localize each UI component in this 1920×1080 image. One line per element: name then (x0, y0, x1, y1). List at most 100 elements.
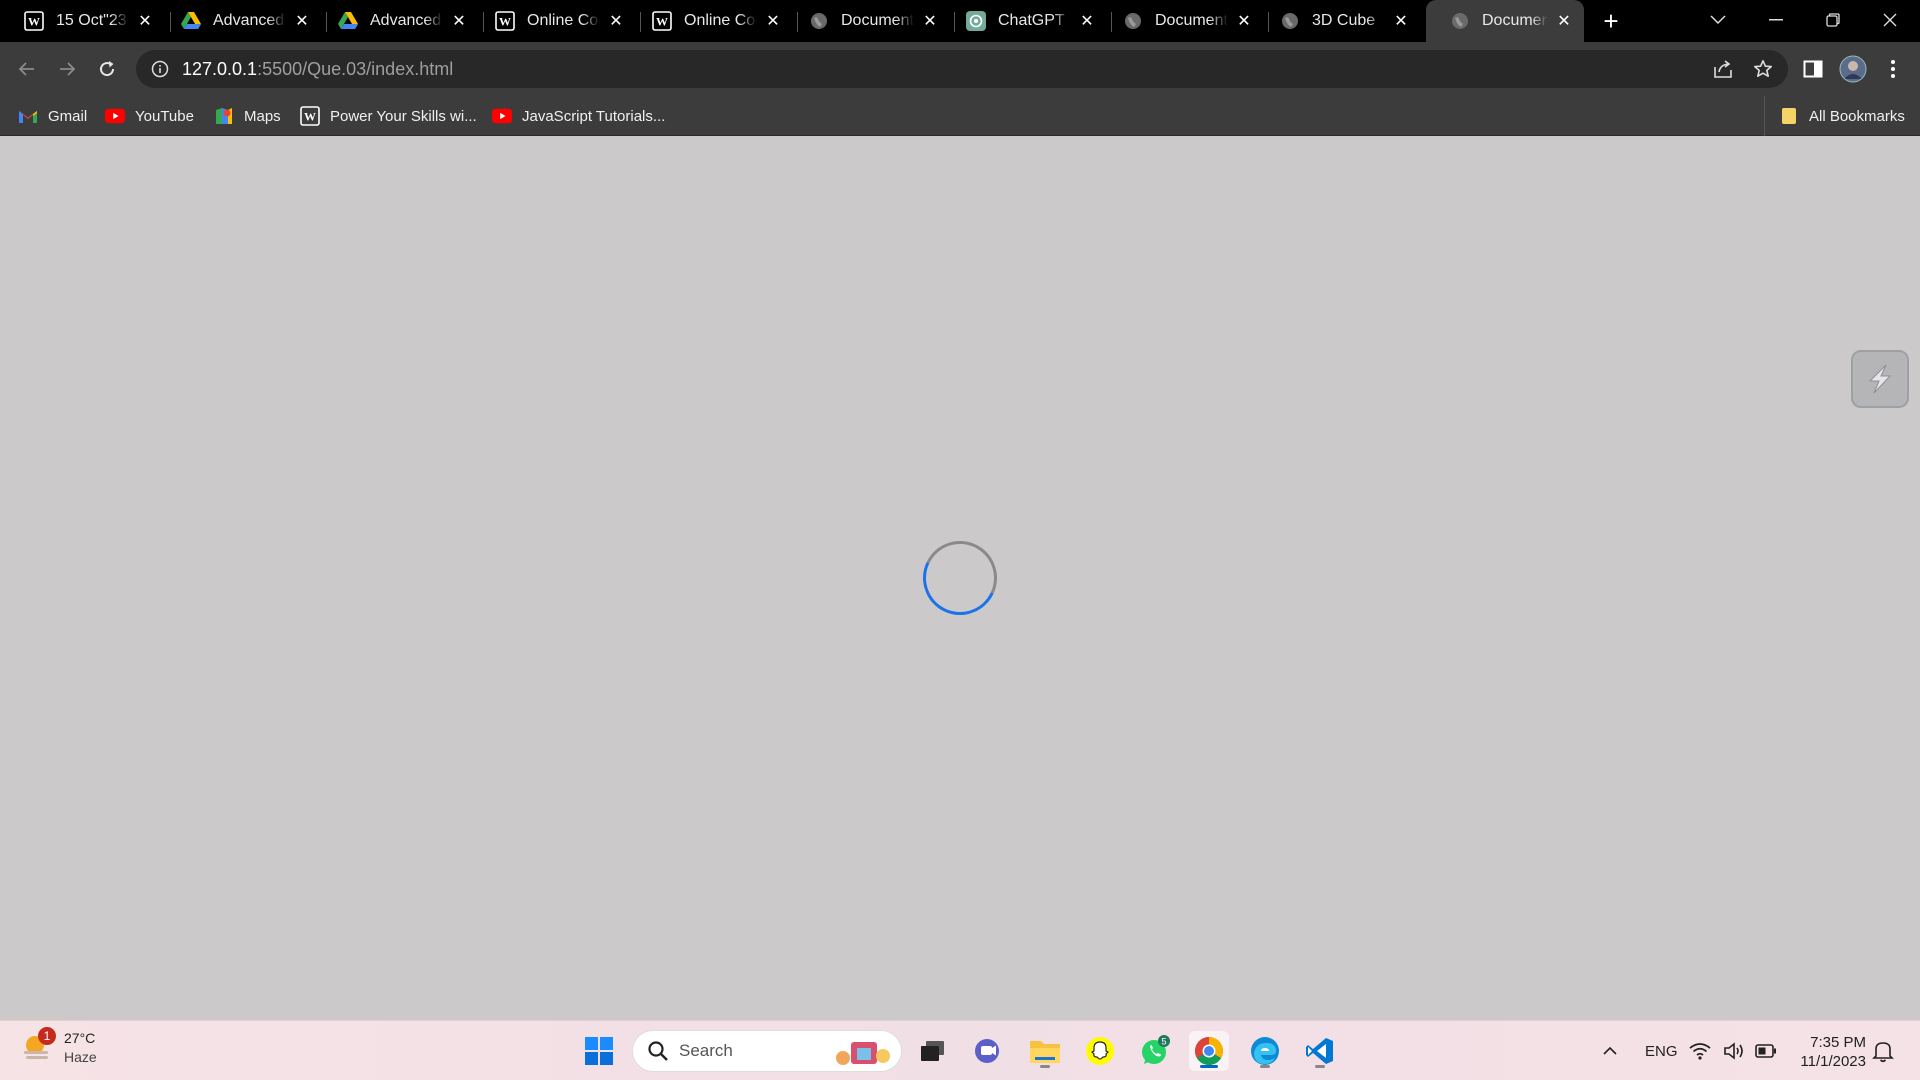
running-indicator (1200, 1065, 1218, 1068)
bookmark-javascript-tutorials[interactable]: JavaScript Tutorials... (492, 96, 665, 136)
side-panel-button[interactable] (1799, 55, 1827, 83)
close-icon[interactable]: ✕ (763, 11, 783, 31)
folder-icon (1030, 1041, 1060, 1063)
close-icon[interactable]: ✕ (1234, 11, 1254, 31)
share-icon (1714, 60, 1732, 78)
close-window-button[interactable] (1862, 0, 1918, 40)
back-button[interactable] (9, 51, 45, 87)
teams-chat-icon (975, 1039, 999, 1063)
url-text: 127.0.0.1:5500/Que.03/index.html (182, 59, 453, 80)
wifi-icon (1689, 1043, 1711, 1060)
taskbar-app-whatsapp[interactable]: 5 (1135, 1031, 1175, 1071)
folder-icon (1779, 106, 1799, 126)
close-icon[interactable]: ✕ (449, 11, 469, 31)
clock-date: 11/1/2023 (1800, 1053, 1866, 1070)
share-button[interactable] (1709, 55, 1737, 83)
chevron-up-icon (1603, 1046, 1617, 1055)
snapchat-icon (1086, 1037, 1114, 1065)
taskbar-app-file-explorer[interactable] (1025, 1031, 1065, 1071)
weather-temp: 27°C (64, 1030, 96, 1046)
close-icon[interactable]: ✕ (920, 11, 940, 31)
tab-6[interactable]: Document ✕ (785, 0, 950, 42)
tab-7[interactable]: ChatGPT ✕ (942, 0, 1107, 42)
all-bookmarks-button[interactable]: All Bookmarks (1764, 96, 1905, 136)
google-drive-icon (181, 11, 201, 31)
close-icon[interactable]: ✕ (1554, 11, 1574, 31)
windows-logo-icon (585, 1037, 613, 1065)
search-icon (648, 1041, 668, 1061)
bookmark-maps[interactable]: Maps (214, 96, 281, 136)
url-path: :5500/Que.03/index.html (257, 58, 454, 79)
whatsapp-icon: 5 (1142, 1035, 1170, 1064)
weather-widget[interactable]: 1 27°C Haze (20, 1027, 97, 1067)
tab-search-button[interactable] (1690, 0, 1746, 40)
svg-text:W: W (304, 110, 316, 124)
bookmark-star-button[interactable] (1749, 55, 1777, 83)
tab-4[interactable]: W Online Cou ✕ (471, 0, 636, 42)
bookmark-label: Maps (244, 107, 281, 125)
bookmark-power-your-skills[interactable]: W Power Your Skills wi... (300, 96, 477, 136)
task-view-button[interactable] (913, 1031, 953, 1071)
reload-button[interactable] (89, 51, 125, 87)
tab-9[interactable]: 3D Cube ✕ (1256, 0, 1421, 42)
language-label: ENG (1645, 1042, 1678, 1060)
close-icon[interactable]: ✕ (1391, 11, 1411, 31)
tab-10-active[interactable]: Document ✕ (1426, 0, 1584, 42)
taskbar-app-chrome[interactable] (1189, 1031, 1229, 1071)
forward-button[interactable] (49, 51, 85, 87)
close-icon (1883, 13, 1897, 27)
lightning-icon (1868, 364, 1892, 394)
globe-icon (809, 11, 829, 31)
tab-title: Online Cou (527, 12, 600, 29)
close-icon[interactable]: ✕ (1077, 11, 1097, 31)
address-bar[interactable]: 127.0.0.1:5500/Que.03/index.html (136, 50, 1788, 88)
system-clock[interactable]: 7:35 PM 11/1/2023 (1790, 1033, 1866, 1071)
taskbar-app-vscode[interactable] (1300, 1031, 1340, 1071)
tab-2[interactable]: Advanced C ✕ (157, 0, 322, 42)
globe-icon (1123, 11, 1143, 31)
arrow-right-icon (60, 62, 76, 76)
youtube-icon (105, 106, 125, 126)
tab-title: Advanced C (370, 12, 443, 29)
taskbar-search[interactable]: Search (632, 1030, 902, 1072)
svg-text:W: W (656, 15, 668, 29)
bookmark-youtube[interactable]: YouTube (105, 96, 194, 136)
network-button[interactable] (1685, 1031, 1715, 1071)
bookmark-label: JavaScript Tutorials... (522, 107, 666, 125)
edge-icon (1251, 1037, 1279, 1065)
taskbar-app-teams[interactable] (968, 1031, 1008, 1071)
search-highlight-art (836, 1042, 890, 1065)
info-icon[interactable] (150, 59, 170, 79)
reload-icon (100, 61, 115, 77)
volume-button[interactable] (1719, 1031, 1749, 1071)
chevron-down-icon (1710, 15, 1726, 25)
tab-3[interactable]: Advanced C ✕ (314, 0, 479, 42)
tab-title: Document (1482, 12, 1548, 29)
language-indicator[interactable]: ENG (1645, 1021, 1678, 1080)
start-button[interactable] (579, 1031, 619, 1071)
close-icon[interactable]: ✕ (135, 11, 155, 31)
restore-button[interactable] (1805, 0, 1861, 40)
battery-button[interactable] (1751, 1031, 1781, 1071)
tab-title: Document (841, 12, 914, 29)
bookmarks-bar: Gmail YouTube Maps W Power Your Skills w… (0, 96, 1920, 136)
tab-title: Advanced C (213, 12, 286, 29)
notification-center-button[interactable] (1872, 1039, 1896, 1063)
running-indicator (1040, 1065, 1050, 1068)
tab-8[interactable]: Document ✕ (1099, 0, 1264, 42)
profile-avatar[interactable] (1839, 55, 1867, 83)
close-icon[interactable]: ✕ (606, 11, 626, 31)
extension-widget-button[interactable] (1851, 350, 1909, 408)
minimize-button[interactable] (1748, 0, 1804, 40)
loading-spinner (912, 530, 1008, 626)
menu-button[interactable] (1879, 55, 1907, 83)
tab-5[interactable]: W Online Cou ✕ (628, 0, 793, 42)
weather-alert-badge: 1 (38, 1027, 56, 1045)
taskbar-app-edge[interactable] (1245, 1031, 1285, 1071)
new-tab-button[interactable]: + (1597, 8, 1625, 36)
tab-1[interactable]: W 15 Oct"23 / ✕ (0, 0, 165, 42)
close-icon[interactable]: ✕ (292, 11, 312, 31)
show-hidden-icons-button[interactable] (1590, 1031, 1630, 1071)
taskbar-app-snapchat[interactable] (1080, 1031, 1120, 1071)
bookmark-gmail[interactable]: Gmail (18, 96, 87, 136)
